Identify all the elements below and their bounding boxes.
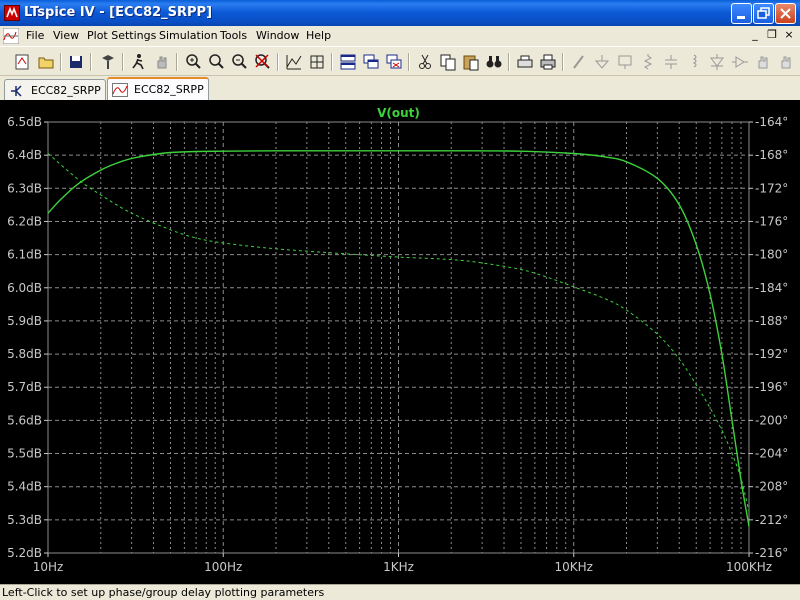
paste-icon[interactable]	[461, 52, 481, 72]
y-tick-label-right: -216°	[755, 546, 788, 560]
restore-button[interactable]	[753, 3, 774, 24]
mdi-minimize-button[interactable]: _	[748, 29, 762, 42]
y-tick-label-left: 6.3dB	[7, 181, 42, 195]
mark-unconnected-icon[interactable]	[307, 52, 327, 72]
schematic-icon	[9, 84, 25, 98]
inductor-icon[interactable]	[684, 52, 704, 72]
tab-schematic[interactable]: ECC82_SRPP	[4, 79, 106, 100]
y-tick-label-right: -172°	[755, 181, 788, 195]
close-all-icon[interactable]	[384, 52, 404, 72]
toolbar	[0, 46, 800, 76]
y-tick-label-left: 6.2dB	[7, 214, 42, 228]
y-tick-label-left: 6.4dB	[7, 148, 42, 162]
window-title: LTspice IV - [ECC82_SRPP]	[24, 5, 213, 20]
waveform-icon	[112, 83, 128, 97]
x-tick-label: 1KHz	[383, 560, 414, 574]
y-tick-label-right: -180°	[755, 248, 788, 262]
ltspice-app-icon[interactable]	[4, 5, 20, 21]
label-icon[interactable]	[615, 52, 635, 72]
y-tick-label-left: 6.1dB	[7, 248, 42, 262]
run-icon[interactable]	[128, 52, 148, 72]
y-tick-label-right: -196°	[755, 380, 788, 394]
tab-waveform-label: ECC82_SRPP	[134, 83, 204, 96]
minimize-button[interactable]	[731, 3, 752, 24]
capacitor-icon[interactable]	[661, 52, 681, 72]
menu-simulation[interactable]: Simulation	[159, 29, 218, 42]
waveform-plot[interactable]: 6.5dB 6.4dB 6.3dB 6.2dB 6.1dB 6.0dB 5.9dB 5.8dB…	[0, 100, 800, 584]
y-tick-label-right: -164°	[755, 115, 788, 129]
close-button[interactable]	[775, 3, 796, 24]
cascade-icon[interactable]	[361, 52, 381, 72]
component-icon[interactable]	[730, 52, 750, 72]
status-text: Left-Click to set up phase/group delay p…	[2, 586, 325, 599]
trace-title: V(out)	[377, 106, 420, 120]
resistor-icon[interactable]	[638, 52, 658, 72]
zoom-area-icon[interactable]	[184, 52, 204, 72]
document-tabs: ECC82_SRPP ECC82_SRPP	[0, 76, 800, 100]
tab-schematic-label: ECC82_SRPP	[31, 84, 101, 97]
autorange-icon[interactable]	[284, 52, 304, 72]
y-tick-label-right: -192°	[755, 347, 788, 361]
menu-bar: File View Plot Settings Simulation Tools…	[0, 26, 800, 46]
find-icon[interactable]	[484, 52, 504, 72]
y-tick-label-left: 5.5dB	[7, 447, 42, 461]
y-tick-label-right: -208°	[755, 480, 788, 494]
y-tick-label-left: 5.7dB	[7, 380, 42, 394]
halt-icon[interactable]	[152, 52, 172, 72]
menu-window[interactable]: Window	[256, 29, 299, 42]
wire-icon[interactable]	[569, 52, 589, 72]
y-tick-label-right: -184°	[755, 281, 788, 295]
x-tick-label: 10KHz	[555, 560, 593, 574]
menu-file[interactable]: File	[26, 29, 44, 42]
y-tick-label-right: -212°	[755, 513, 788, 527]
control-panel-icon[interactable]	[98, 52, 118, 72]
tile-icon[interactable]	[338, 52, 358, 72]
y-tick-label-left: 5.4dB	[7, 480, 42, 494]
y-tick-label-left: 5.9dB	[7, 314, 42, 328]
copy-icon[interactable]	[438, 52, 458, 72]
drag-icon[interactable]	[776, 52, 796, 72]
y-tick-label-left: 5.6dB	[7, 413, 42, 427]
menu-help[interactable]: Help	[306, 29, 331, 42]
print-icon[interactable]	[538, 52, 558, 72]
y-tick-label-right: -168°	[755, 148, 788, 162]
zoom-cancel-icon[interactable]	[253, 52, 273, 72]
tab-waveform[interactable]: ECC82_SRPP	[107, 77, 209, 100]
y-tick-label-left: 5.8dB	[7, 347, 42, 361]
y-tick-label-left: 6.0dB	[7, 281, 42, 295]
y-tick-label-right: -188°	[755, 314, 788, 328]
new-schematic-icon[interactable]	[12, 52, 32, 72]
y-tick-label-left: 6.5dB	[7, 115, 42, 129]
mdi-close-button[interactable]: ×	[782, 29, 796, 42]
zoom-out-icon[interactable]	[230, 52, 250, 72]
x-tick-label: 10Hz	[33, 560, 64, 574]
status-bar: Left-Click to set up phase/group delay p…	[0, 584, 800, 600]
plot-canvas[interactable]: 6.5dB 6.4dB 6.3dB 6.2dB 6.1dB 6.0dB 5.9dB 5.8dB…	[0, 100, 800, 584]
y-tick-label-right: -176°	[755, 214, 788, 228]
zoom-in-icon[interactable]	[207, 52, 227, 72]
y-tick-label-right: -204°	[755, 447, 788, 461]
menu-plot-settings[interactable]: Plot Settings	[87, 29, 156, 42]
diode-icon[interactable]	[707, 52, 727, 72]
y-tick-label-left: 5.2dB	[7, 546, 42, 560]
save-icon[interactable]	[66, 52, 86, 72]
waveform-doc-icon[interactable]	[2, 27, 20, 45]
ground-icon[interactable]	[592, 52, 612, 72]
y-tick-label-right: -200°	[755, 413, 788, 427]
print-preview-icon[interactable]	[515, 52, 535, 72]
menu-tools[interactable]: Tools	[220, 29, 247, 42]
cut-icon[interactable]	[415, 52, 435, 72]
menu-view[interactable]: View	[53, 29, 79, 42]
mdi-restore-button[interactable]: ❐	[765, 29, 779, 42]
title-bar[interactable]: LTspice IV - [ECC82_SRPP]	[0, 0, 800, 26]
x-tick-label: 100KHz	[726, 560, 772, 574]
x-tick-label: 100Hz	[204, 560, 242, 574]
open-icon[interactable]	[36, 52, 56, 72]
move-icon[interactable]	[753, 52, 773, 72]
y-tick-label-left: 5.3dB	[7, 513, 42, 527]
